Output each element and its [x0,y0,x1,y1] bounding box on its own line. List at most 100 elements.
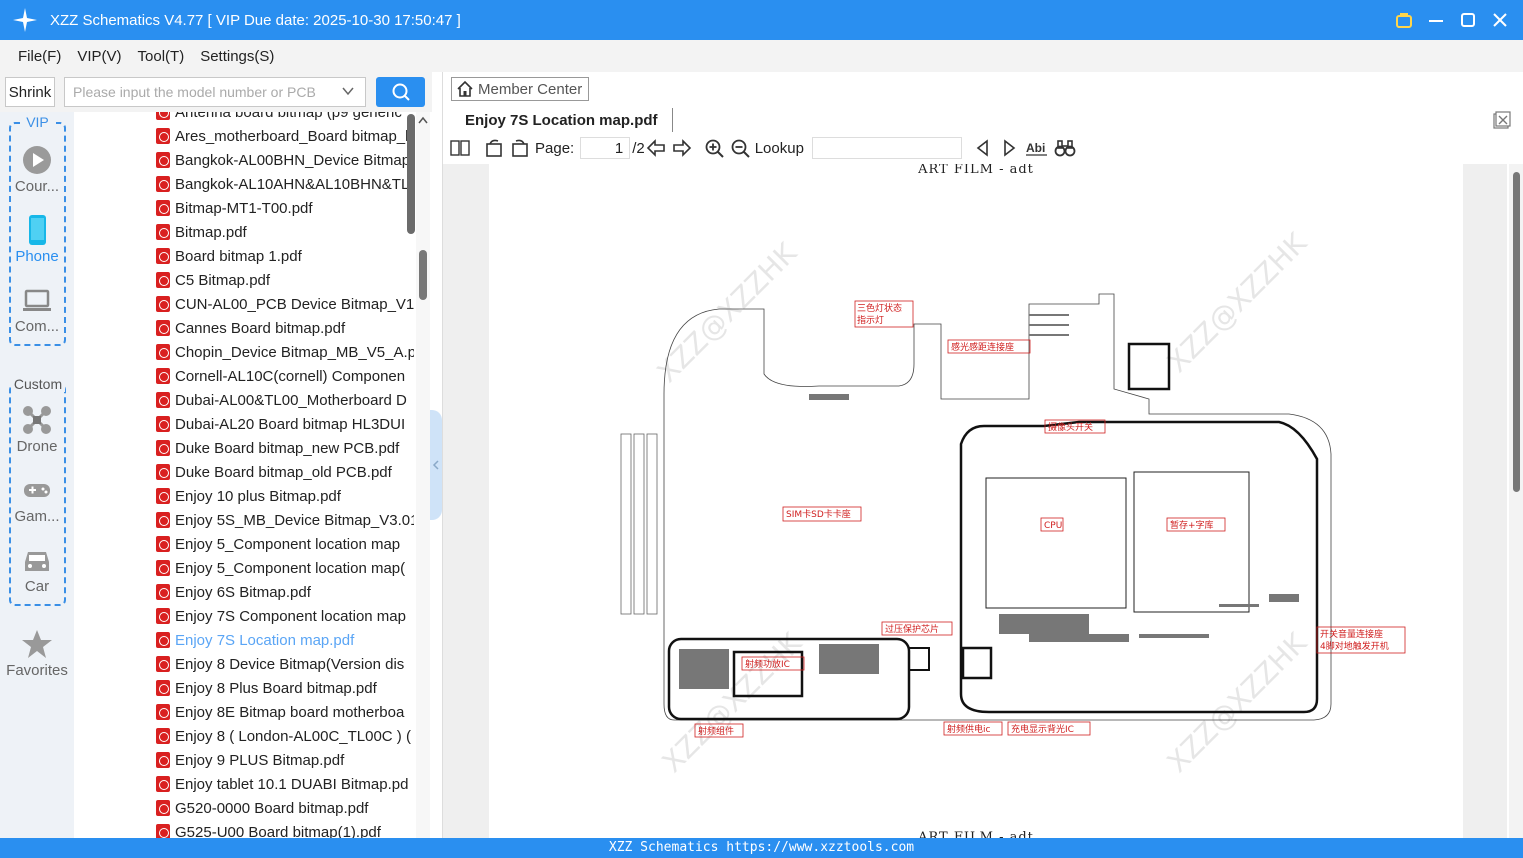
file-list-item[interactable]: Enjoy 8 Plus Board bitmap.pdf [156,676,414,700]
outer-scrollbar-thumb[interactable] [419,250,427,300]
menu-vip[interactable]: VIP(V) [77,48,121,65]
lookup-input[interactable] [811,137,962,159]
find-all-button[interactable] [1054,137,1076,159]
file-list-item[interactable]: Enjoy 5S_MB_Device Bitmap_V3.01 [156,508,414,532]
file-list-item[interactable]: Duke Board bitmap_new PCB.pdf [156,436,414,460]
file-list-item[interactable]: Dubai-AL00&TL00_Motherboard D [156,388,414,412]
pdf-file-icon [156,464,170,480]
zoom-out-button[interactable] [729,137,751,159]
vip-bag-icon[interactable] [1395,11,1413,29]
minimize-button[interactable] [1427,11,1445,29]
file-list-item[interactable]: Bitmap.pdf [156,220,414,244]
menu-tool[interactable]: Tool(T) [138,48,185,65]
file-list-item[interactable]: Enjoy 9 PLUS Bitmap.pdf [156,748,414,772]
chevron-down-icon[interactable] [341,84,355,98]
member-center-button[interactable]: Member Center [451,77,589,101]
app-logo-icon [13,8,37,32]
category-drone[interactable]: Drone [0,404,74,455]
dual-page-icon [450,140,470,156]
pdf-file-icon [156,176,170,192]
zoom-in-button[interactable] [703,137,725,159]
category-course[interactable]: Cour... [0,144,74,195]
find-prev-button[interactable] [972,137,994,159]
file-list-item[interactable]: Enjoy 8 Device Bitmap(Version dis [156,652,414,676]
search-input[interactable]: Please input the model number or PCB [64,77,366,107]
label-rf-pa: 射频功放IC [745,658,790,670]
file-list-item[interactable]: Bitmap-MT1-T00.pdf [156,196,414,220]
home-icon [457,80,473,97]
close-button[interactable] [1491,11,1509,29]
rotate-right-button[interactable] [509,137,531,159]
close-document-icon[interactable] [1493,111,1511,129]
file-list-item[interactable]: G525-U00 Board bitmap(1).pdf [156,820,414,838]
file-list-item[interactable]: Enjoy 7S Location map.pdf [156,628,414,652]
two-page-view-button[interactable] [449,137,471,159]
outer-scrollbar[interactable] [416,112,430,838]
rotate-left-button[interactable] [483,137,505,159]
file-name: Enjoy 8 Plus Board bitmap.pdf [175,679,377,697]
page-total: /2 [632,139,645,157]
document-tab[interactable]: Enjoy 7S Location map.pdf [451,108,673,132]
category-car[interactable]: Car [0,544,74,595]
label-rf-power: 射频供电ic [947,723,991,735]
file-list-item[interactable]: Cannes Board bitmap.pdf [156,316,414,340]
find-next-button[interactable] [998,137,1020,159]
file-list-item[interactable]: C5 Bitmap.pdf [156,268,414,292]
viewer-scrollbar-thumb[interactable] [1513,172,1520,492]
file-list-item[interactable]: Cornell-AL10C(cornell) Componen [156,364,414,388]
collapse-panel-tab[interactable] [430,410,442,520]
file-name: Cannes Board bitmap.pdf [175,319,346,337]
category-phone[interactable]: Phone [0,214,74,265]
file-list-item[interactable]: Enjoy 7S Component location map [156,604,414,628]
scroll-up-icon[interactable] [416,114,430,126]
file-list-item[interactable]: Enjoy tablet 10.1 DUABI Bitmap.pd [156,772,414,796]
menu-file[interactable]: File(F) [18,48,61,65]
file-list-item[interactable]: Chopin_Device Bitmap_MB_V5_A.p [156,340,414,364]
menu-settings[interactable]: Settings(S) [200,48,274,65]
pdf-canvas[interactable]: ART FILM - adt XZZ@XZZHK XZZ@XZZHK XZZ@X… [443,164,1507,838]
file-list-scrollbar[interactable] [407,114,415,234]
file-list-item[interactable]: CUN-AL00_PCB Device Bitmap_V1. [156,292,414,316]
pdf-file-icon [156,560,170,576]
file-list-item[interactable]: Antenna board bitmap (p9 generic [156,112,414,124]
drone-icon [23,406,51,434]
file-name: Board bitmap 1.pdf [175,247,302,265]
file-list-item[interactable]: Enjoy 8 ( London-AL00C_TL00C ) ( [156,724,414,748]
file-name: Enjoy 5_Component location map [175,535,401,553]
file-list-item[interactable]: Bangkok-AL10AHN&AL10BHN&TL [156,172,414,196]
file-list-item[interactable]: Duke Board bitmap_old PCB.pdf [156,460,414,484]
file-list-item[interactable]: Enjoy 5_Component location map( [156,556,414,580]
viewer-scrollbar[interactable] [1509,164,1523,838]
category-computer[interactable]: Com... [0,284,74,335]
pdf-file-icon [156,272,170,288]
category-phone-label: Phone [15,248,59,265]
prev-page-button[interactable] [645,137,667,159]
triangle-right-icon [1004,139,1016,157]
file-list-item[interactable]: Board bitmap 1.pdf [156,244,414,268]
chevron-left-icon [432,460,439,470]
category-game[interactable]: Gam... [0,474,74,525]
category-favorites[interactable]: Favorites [0,628,74,679]
file-list-item[interactable]: Enjoy 5_Component location map [156,532,414,556]
file-list-item[interactable]: Bangkok-AL00BHN_Device Bitmap [156,148,414,172]
pdf-file-icon [156,584,170,600]
file-list-item[interactable]: Enjoy 6S Bitmap.pdf [156,580,414,604]
file-list-item[interactable]: Enjoy 10 plus Bitmap.pdf [156,484,414,508]
label-switch-volume: 开关音量连接座 [1320,628,1383,640]
pdf-file-icon [156,704,170,720]
file-list-item[interactable]: Enjoy 8E Bitmap board motherboa [156,700,414,724]
page-number-input[interactable]: 1 [580,137,631,159]
pdf-file-icon [156,800,170,816]
search-button[interactable] [376,77,425,107]
file-list-item[interactable]: G520-0000 Board bitmap.pdf [156,796,414,820]
pdf-file-icon [156,680,170,696]
file-list-item[interactable]: Ares_motherboard_Board bitmap_l [156,124,414,148]
label-cpu: CPU [1044,521,1062,531]
pdf-file-icon [156,512,170,528]
pdf-file-icon [156,656,170,672]
next-page-button[interactable] [671,137,693,159]
match-case-button[interactable]: Abi [1024,137,1050,159]
maximize-button[interactable] [1459,11,1477,29]
file-list-item[interactable]: Dubai-AL20 Board bitmap HL3DUI [156,412,414,436]
shrink-button[interactable]: Shrink [5,77,55,107]
